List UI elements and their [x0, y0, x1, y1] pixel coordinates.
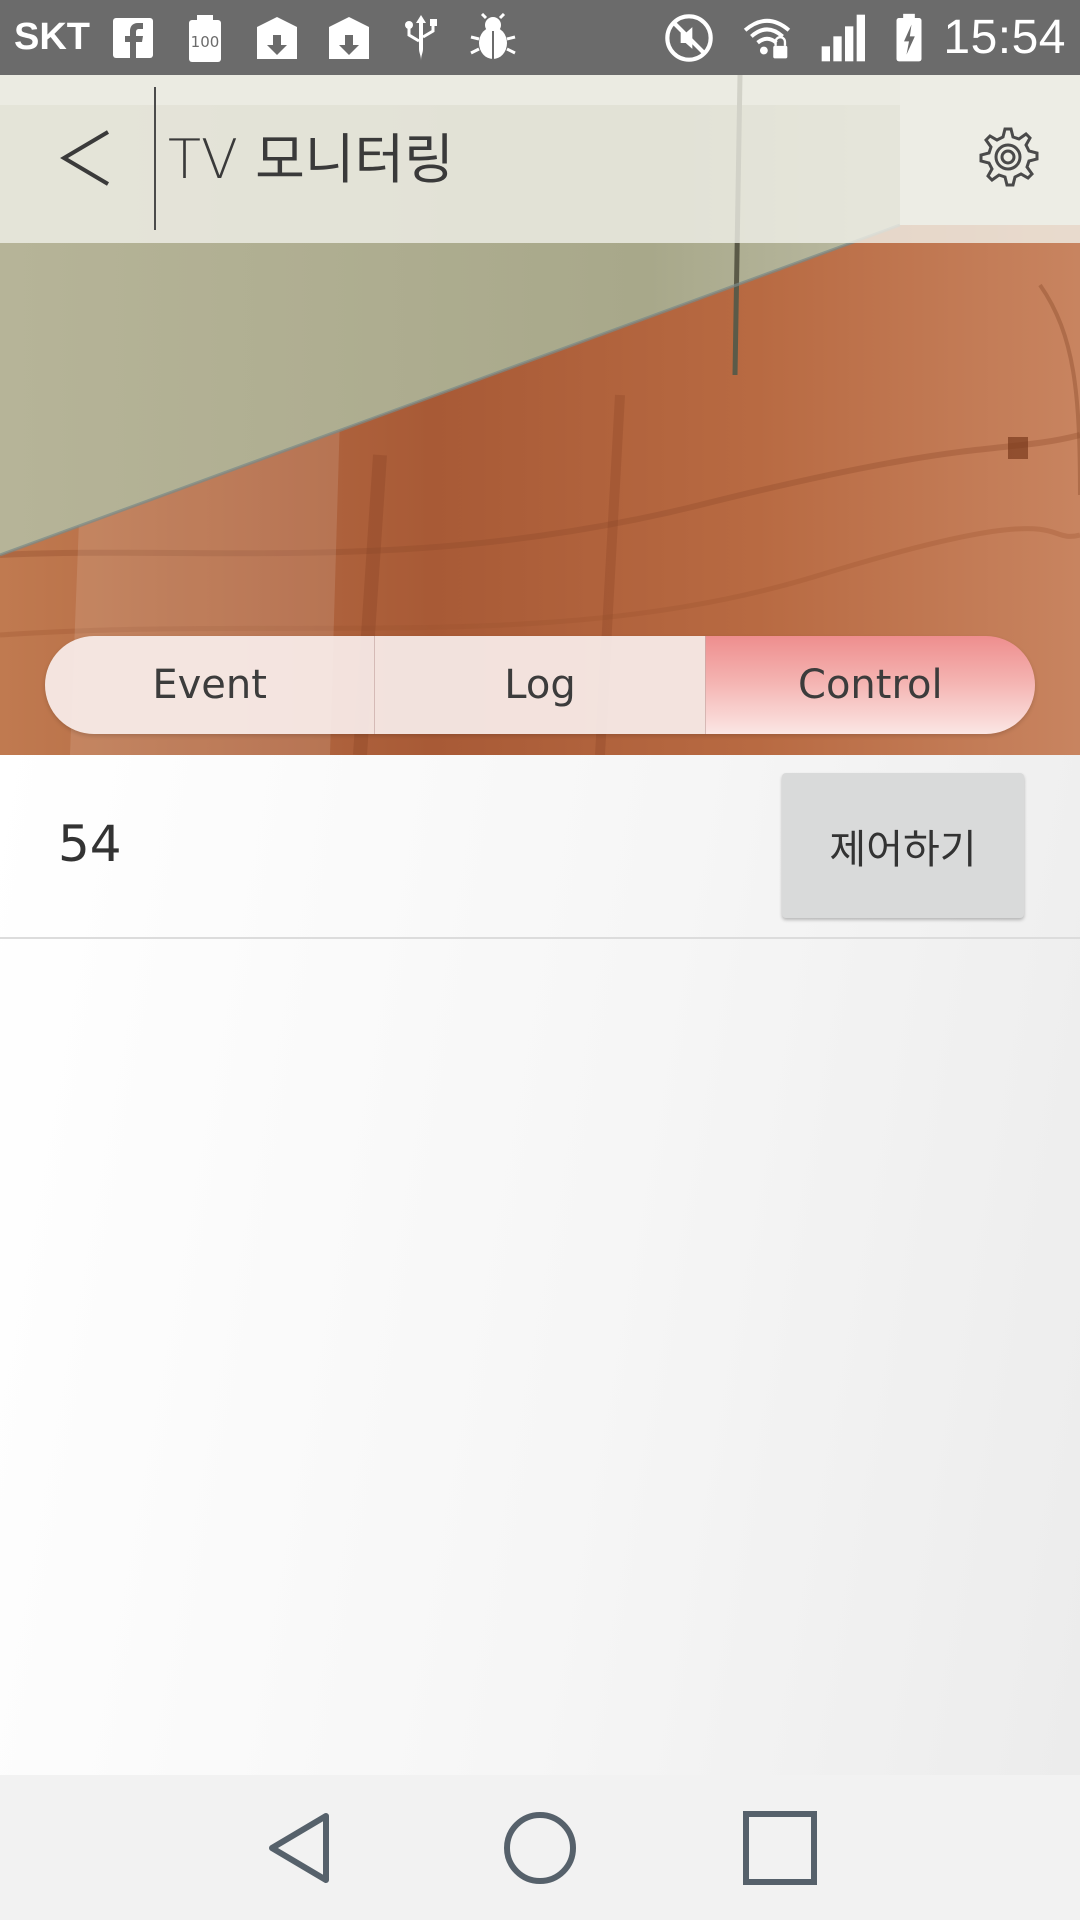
chevron-left-icon: [60, 130, 110, 186]
tab-control-label: Control: [798, 662, 943, 708]
facebook-icon: [108, 13, 158, 63]
usb-icon: [396, 13, 446, 63]
settings-button[interactable]: [968, 117, 1048, 197]
title-divider: [154, 87, 156, 230]
mute-icon: [659, 8, 719, 68]
tab-control[interactable]: Control: [704, 636, 1035, 734]
download-icon: [252, 13, 302, 63]
system-icons: 15:54: [659, 8, 1066, 68]
status-bar: SKT 100 15:54: [0, 0, 1080, 75]
page-title: TV 모니터링: [168, 128, 454, 191]
navigation-bar: [0, 1775, 1080, 1920]
battery-badge: 100: [191, 33, 220, 51]
battery-saver-icon: 100: [180, 13, 230, 63]
clock: 15:54: [943, 11, 1066, 64]
tab-log[interactable]: Log: [374, 636, 705, 734]
home-circle-icon: [504, 1811, 576, 1884]
signal-icon: [815, 8, 875, 68]
tab-log-label: Log: [504, 662, 576, 708]
download-icon: [324, 13, 374, 63]
app-bar: TV 모니터링: [0, 75, 1080, 243]
battery-charging-icon: [891, 8, 927, 68]
gear-icon: [979, 127, 1039, 187]
control-value: 54: [58, 815, 122, 873]
segmented-tabs: Event Log Control: [45, 636, 1035, 734]
control-button[interactable]: 제어하기: [782, 773, 1024, 918]
recents-square-icon: [743, 1810, 817, 1885]
carrier-label: SKT: [14, 16, 90, 58]
debug-icon: [468, 12, 518, 63]
tab-event[interactable]: Event: [45, 636, 375, 734]
screen: SKT 100 15:54 TV 모니터링 Event Log Control …: [0, 0, 1080, 1920]
notification-icons: 100: [108, 12, 518, 63]
wifi-lock-icon: [735, 8, 799, 68]
back-button[interactable]: [40, 103, 130, 213]
nav-recents-button[interactable]: [735, 1803, 825, 1893]
control-row: 54 제어하기: [0, 755, 1080, 939]
control-panel: 54 제어하기: [0, 755, 1080, 1775]
nav-back-button[interactable]: [255, 1803, 345, 1893]
nav-home-button[interactable]: [495, 1803, 585, 1893]
tab-event-label: Event: [152, 662, 267, 708]
back-triangle-icon: [269, 1812, 329, 1883]
